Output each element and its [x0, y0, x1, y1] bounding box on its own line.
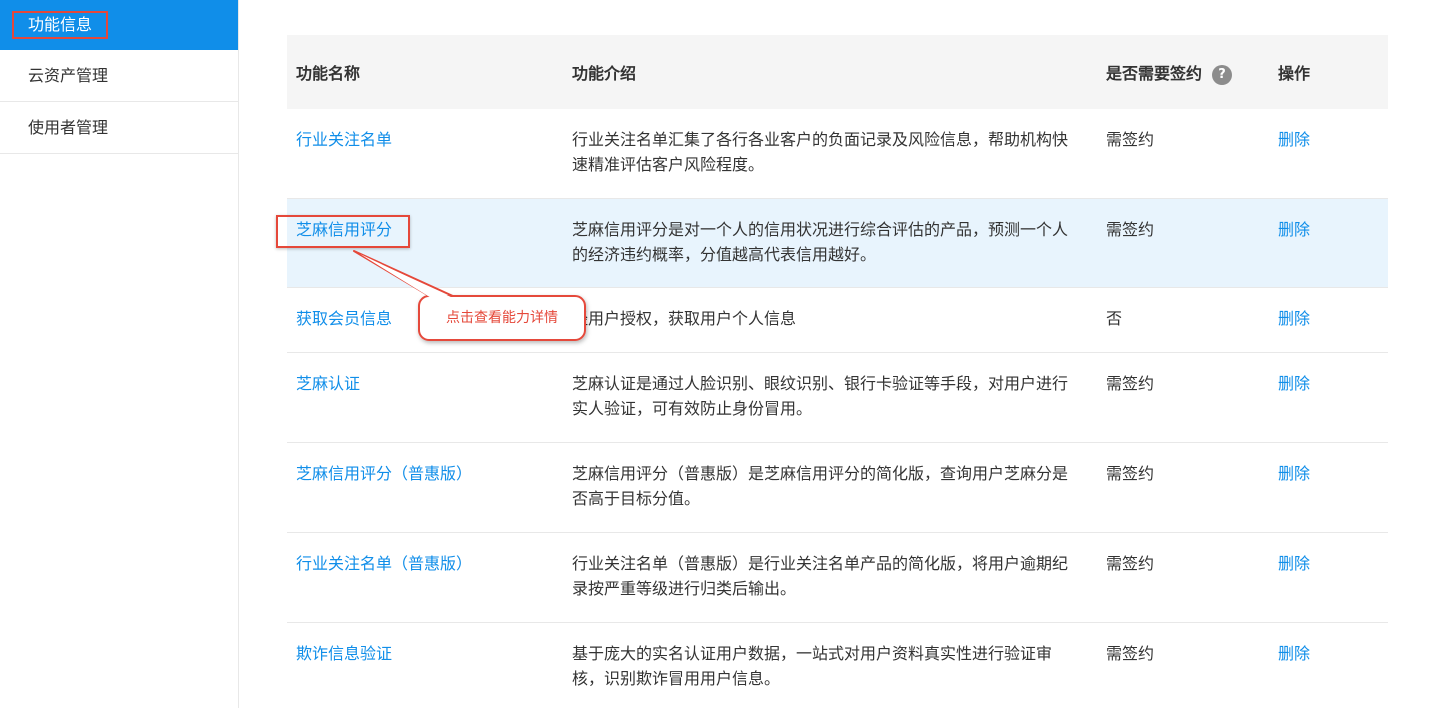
delete-link[interactable]: 删除 — [1278, 554, 1310, 573]
desc-line: 的经济违约概率，分值越高代表信用越好。 — [572, 245, 877, 264]
desc-line: 芝麻信用评分（普惠版）是芝麻信用评分的简化版，查询用户芝麻分是 — [572, 464, 1069, 483]
function-desc: 芝麻信用评分是对一个人的信用状况进行综合评估的产品，预测一个人 的经济违约概率，… — [563, 198, 1106, 288]
function-table: 功能名称 功能介绍 是否需要签约? 操作 行业关注名单 行业关注名单汇集了各行各… — [276, 35, 1388, 708]
callout-text: 点击查看能力详情 — [446, 310, 558, 326]
function-desc: 行业关注名单（普惠版）是行业关注名单产品的简化版，将用户逾期纪 录按严重等级进行… — [563, 532, 1106, 623]
function-desc: 基于庞大的实名认证用户数据，一站式对用户资料真实性进行验证审 核，识别欺诈冒用用… — [563, 622, 1106, 708]
header-operation: 操作 — [1278, 35, 1388, 109]
desc-line: 基于庞大的实名认证用户数据，一站式对用户资料真实性进行验证审 — [572, 644, 1053, 663]
sign-status: 否 — [1106, 287, 1278, 353]
sidebar-item-label: 功能信息 — [12, 11, 109, 39]
function-desc: 芝麻认证是通过人脸识别、眼纹识别、银行卡验证等手段，对用户进行 实人验证，可有效… — [563, 352, 1106, 443]
table-header-row: 功能名称 功能介绍 是否需要签约? 操作 — [287, 35, 1388, 109]
function-name-link[interactable]: 芝麻信用评分（普惠版） — [296, 464, 472, 483]
header-sign-label: 是否需要签约 — [1106, 63, 1203, 83]
desc-line: 经用户授权，获取用户个人信息 — [572, 309, 797, 328]
sidebar-item-label: 使用者管理 — [28, 118, 109, 137]
desc-line: 速精准评估客户风险程度。 — [572, 155, 765, 174]
desc-line: 行业关注名单汇集了各行各业客户的负面记录及风险信息，帮助机构快 — [572, 130, 1069, 149]
desc-line: 行业关注名单（普惠版）是行业关注名单产品的简化版，将用户逾期纪 — [572, 554, 1069, 573]
sign-status: 需签约 — [1106, 622, 1278, 708]
function-name-link[interactable]: 欺诈信息验证 — [296, 644, 392, 663]
function-desc: 芝麻信用评分（普惠版）是芝麻信用评分的简化版，查询用户芝麻分是 否高于目标分值。 — [563, 442, 1106, 533]
table-row: 行业关注名单 行业关注名单汇集了各行各业客户的负面记录及风险信息，帮助机构快 速… — [287, 109, 1388, 199]
function-name-link[interactable]: 行业关注名单（普惠版） — [296, 554, 472, 573]
table-row: 芝麻认证 芝麻认证是通过人脸识别、眼纹识别、银行卡验证等手段，对用户进行 实人验… — [287, 352, 1388, 443]
sign-status: 需签约 — [1106, 532, 1278, 623]
table-row: 芝麻信用评分（普惠版） 芝麻信用评分（普惠版）是芝麻信用评分的简化版，查询用户芝… — [287, 442, 1388, 533]
desc-line: 芝麻认证是通过人脸识别、眼纹识别、银行卡验证等手段，对用户进行 — [572, 374, 1069, 393]
sidebar-item-label: 云资产管理 — [28, 66, 109, 85]
sidebar-item-users[interactable]: 使用者管理 — [0, 102, 238, 154]
app-root: 功能信息 云资产管理 使用者管理 功能名称 功能介绍 是否需要签约? 操作 行业… — [0, 0, 1435, 708]
delete-link[interactable]: 删除 — [1278, 309, 1310, 328]
sign-status: 需签约 — [1106, 109, 1278, 199]
desc-line: 录按严重等级进行归类后输出。 — [572, 579, 797, 598]
desc-line: 实人验证，可有效防止身份冒用。 — [572, 399, 813, 418]
header-sign-required: 是否需要签约? — [1106, 35, 1278, 109]
delete-link[interactable]: 删除 — [1278, 374, 1310, 393]
function-name-link[interactable]: 获取会员信息 — [296, 309, 392, 328]
function-desc: 行业关注名单汇集了各行各业客户的负面记录及风险信息，帮助机构快 速精准评估客户风… — [563, 109, 1106, 199]
table-row: 欺诈信息验证 基于庞大的实名认证用户数据，一站式对用户资料真实性进行验证审 核，… — [287, 622, 1388, 708]
sidebar-item-cloud-assets[interactable]: 云资产管理 — [0, 50, 238, 102]
function-desc: 经用户授权，获取用户个人信息 — [563, 287, 1106, 353]
sidebar: 功能信息 云资产管理 使用者管理 — [0, 0, 239, 708]
table-row: 行业关注名单（普惠版） 行业关注名单（普惠版）是行业关注名单产品的简化版，将用户… — [287, 532, 1388, 623]
function-table-container: 功能名称 功能介绍 是否需要签约? 操作 行业关注名单 行业关注名单汇集了各行各… — [276, 35, 1388, 708]
function-name-link[interactable]: 芝麻认证 — [296, 374, 360, 393]
desc-line: 芝麻信用评分是对一个人的信用状况进行综合评估的产品，预测一个人 — [572, 220, 1069, 239]
sidebar-item-function-info[interactable]: 功能信息 — [0, 0, 238, 50]
header-function-name: 功能名称 — [287, 35, 563, 109]
sign-status: 需签约 — [1106, 198, 1278, 288]
desc-line: 核，识别欺诈冒用用户信息。 — [572, 669, 781, 688]
question-circle-icon[interactable]: ? — [1212, 64, 1233, 85]
delete-link[interactable]: 删除 — [1278, 220, 1310, 239]
desc-line: 否高于目标分值。 — [572, 489, 701, 508]
delete-link[interactable]: 删除 — [1278, 130, 1310, 149]
sign-status: 需签约 — [1106, 442, 1278, 533]
delete-link[interactable]: 删除 — [1278, 464, 1310, 483]
delete-link[interactable]: 删除 — [1278, 644, 1310, 663]
header-function-desc: 功能介绍 — [563, 35, 1106, 109]
sign-status: 需签约 — [1106, 352, 1278, 443]
function-name-link[interactable]: 芝麻信用评分 — [276, 215, 411, 248]
function-name-link[interactable]: 行业关注名单 — [296, 130, 392, 149]
table-row: 芝麻信用评分 芝麻信用评分是对一个人的信用状况进行综合评估的产品，预测一个人 的… — [276, 198, 1388, 288]
